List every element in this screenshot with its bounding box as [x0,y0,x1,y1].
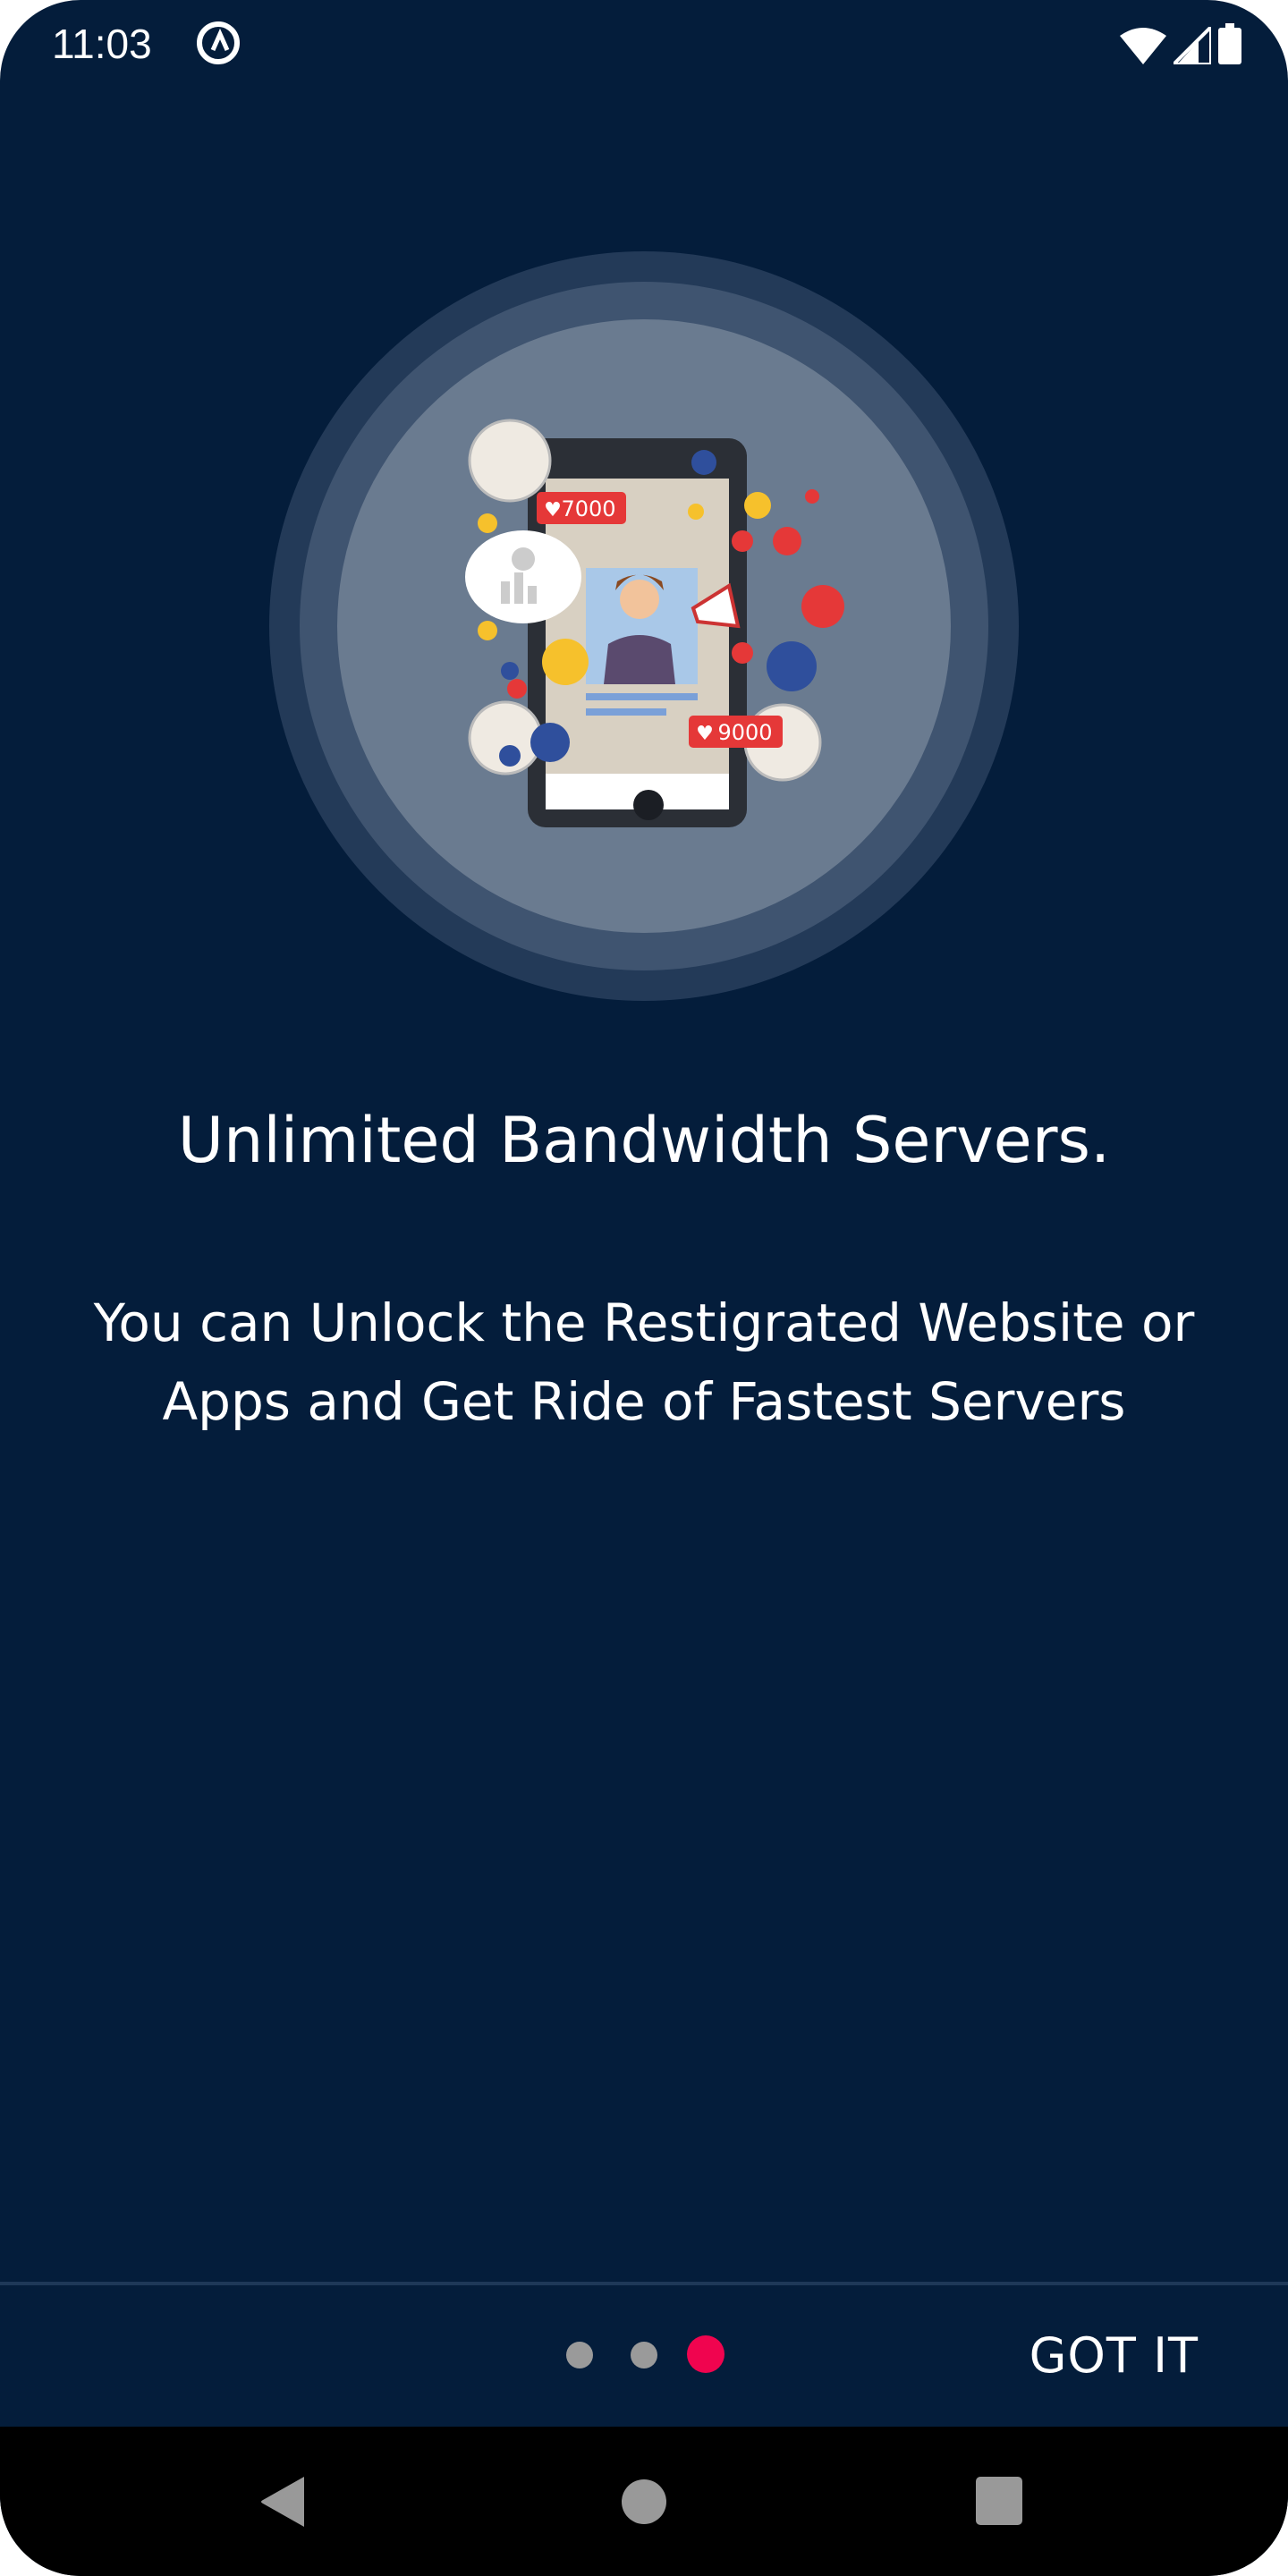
svg-text:♥: ♥ [544,499,562,521]
wifi-icon [1120,28,1166,64]
onboarding-footer: GOT IT [0,2285,1288,2427]
status-time: 11:03 [52,21,152,67]
social-media-illustration: 7000 ♥ 9000 ♥ [269,251,1019,1001]
like-badge-7000: 7000 ♥ [537,492,626,524]
recents-icon[interactable] [976,2477,1022,2525]
page-description: You can Unlock the Restigrated Website o… [93,1292,1195,1432]
like-count-9000: 9000 [717,720,772,745]
status-icons [1120,23,1241,64]
like-badge-9000: 9000 ♥ [689,716,783,748]
got-it-button[interactable]: GOT IT [1030,2326,1199,2386]
chat-bubble-icon [465,530,581,623]
system-nav-bar [0,2427,1288,2576]
page-title: Unlimited Bandwidth Servers. [177,1104,1111,1177]
svg-text:♥: ♥ [696,723,714,745]
signal-icon [1174,27,1211,64]
page-indicator-dot-1[interactable] [566,2342,593,2368]
page-indicator-dot-2[interactable] [631,2342,657,2368]
battery-icon [1218,23,1241,64]
back-icon[interactable] [259,2475,306,2529]
status-bar: 11:03 [0,0,1288,89]
page-indicator-dot-3-active[interactable] [687,2335,724,2373]
onboarding-screen: 11:03 7000 ♥ 9000 ♥ Unlimited Bandwidth … [0,0,1288,2576]
q-app-icon [197,21,240,64]
home-icon[interactable] [621,2479,667,2525]
like-count-7000: 7000 [561,496,615,521]
